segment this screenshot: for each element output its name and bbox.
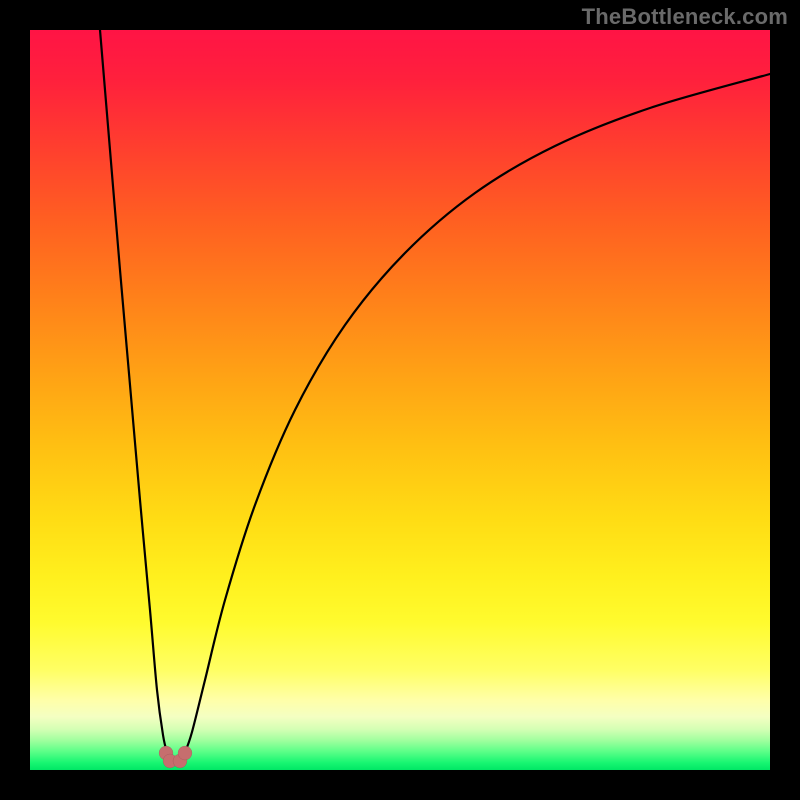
- curve-left-branch: [100, 30, 171, 760]
- marker-dot: [178, 746, 192, 760]
- outer-frame: TheBottleneck.com: [0, 0, 800, 800]
- plot-area: [30, 30, 770, 770]
- curve-right-branch: [180, 74, 770, 760]
- marker-dots: [159, 746, 192, 768]
- watermark-text: TheBottleneck.com: [582, 4, 788, 30]
- curve-layer: [30, 30, 770, 770]
